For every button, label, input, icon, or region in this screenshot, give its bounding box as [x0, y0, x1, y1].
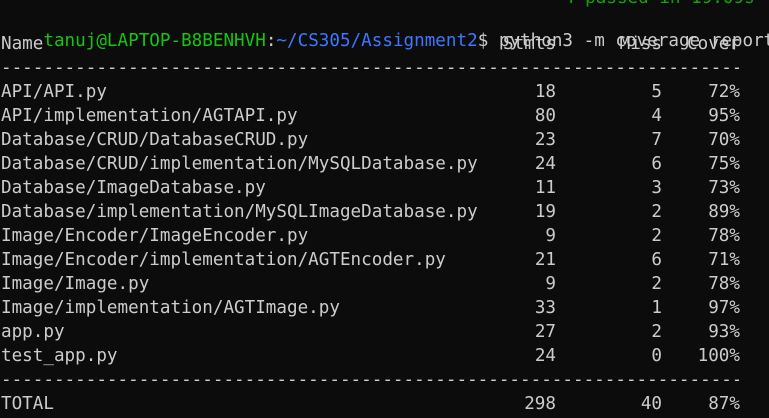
row-miss: 3	[651, 178, 662, 198]
row-name: Image/implementation/AGTImage.py	[1, 298, 340, 318]
row-cover: 89%	[708, 202, 740, 222]
row-name: test_app.py	[1, 346, 118, 366]
row-miss: 6	[651, 250, 662, 270]
row-stmts: 9	[545, 274, 556, 294]
row-name: Database/CRUD/implementation/MySQLDataba…	[1, 154, 478, 174]
header-stmts: Stmts	[503, 34, 556, 54]
row-stmts: 80	[534, 106, 556, 126]
row-cover: 73%	[708, 178, 740, 198]
row-cover: 78%	[708, 226, 740, 246]
table-row: test_app.py 24 0 100%	[0, 344, 769, 368]
row-cover: 78%	[708, 274, 740, 294]
total-cover: 87%	[708, 394, 740, 414]
row-cover: 100%	[697, 346, 740, 366]
table-row: API/API.py 18 5 72%	[0, 80, 769, 104]
row-name: Image/Encoder/implementation/AGTEncoder.…	[1, 250, 446, 270]
row-stmts: 24	[534, 154, 556, 174]
row-cover: 95%	[708, 106, 740, 126]
table-row: Image/implementation/AGTImage.py 33 1 97…	[0, 296, 769, 320]
table-row: Image/Encoder/ImageEncoder.py 9 2 78%	[0, 224, 769, 248]
header-cover: Cover	[687, 34, 740, 54]
row-cover: 70%	[708, 130, 740, 150]
row-miss: 2	[651, 274, 662, 294]
row-stmts: 11	[534, 178, 556, 198]
header-miss: Miss	[619, 34, 662, 54]
table-row: Database/CRUD/DatabaseCRUD.py 23 7 70%	[0, 128, 769, 152]
table-row: Image/Image.py 9 2 78%	[0, 272, 769, 296]
command-prompt-line: tanuj@LAPTOP-B8BENHVH:~/CS305/Assignment…	[1, 5, 769, 51]
report-header-row: Name Stmts Miss Cover	[0, 32, 769, 56]
row-stmts: 23	[534, 130, 556, 150]
row-cover: 93%	[708, 322, 740, 342]
terminal-window[interactable]: 4 passed in 19.09s tanuj@LAPTOP-B8BENHVH…	[0, 0, 769, 418]
total-row: TOTAL 298 40 87%	[0, 392, 769, 416]
row-miss: 1	[651, 298, 662, 318]
row-name: Image/Encoder/ImageEncoder.py	[1, 226, 309, 246]
row-name: Database/implementation/MySQLImageDataba…	[1, 202, 478, 222]
row-stmts: 24	[534, 346, 556, 366]
row-miss: 6	[651, 154, 662, 174]
row-miss: 4	[651, 106, 662, 126]
table-row: Database/ImageDatabase.py 11 3 73%	[0, 176, 769, 200]
row-miss: 5	[651, 82, 662, 102]
row-cover: 72%	[708, 82, 740, 102]
total-name: TOTAL	[1, 394, 54, 414]
header-name: Name	[1, 34, 44, 54]
row-name: API/API.py	[1, 82, 107, 102]
table-row: app.py 27 2 93%	[0, 320, 769, 344]
table-row: Database/implementation/MySQLImageDataba…	[0, 200, 769, 224]
row-miss: 2	[651, 202, 662, 222]
table-row: Database/CRUD/implementation/MySQLDataba…	[0, 152, 769, 176]
row-miss: 2	[651, 226, 662, 246]
header-separator: ----------------------------------------…	[1, 58, 739, 78]
row-name: Image/Image.py	[1, 274, 150, 294]
total-miss: 40	[640, 394, 662, 414]
row-stmts: 33	[534, 298, 556, 318]
row-stmts: 9	[545, 226, 556, 246]
row-name: API/implementation/AGTAPI.py	[1, 106, 298, 126]
row-stmts: 21	[534, 250, 556, 270]
row-stmts: 19	[534, 202, 556, 222]
row-miss: 7	[651, 130, 662, 150]
row-miss: 0	[651, 346, 662, 366]
row-name: Database/ImageDatabase.py	[1, 178, 266, 198]
row-cover: 71%	[708, 250, 740, 270]
row-name: app.py	[1, 322, 65, 342]
row-stmts: 18	[534, 82, 556, 102]
total-separator: ----------------------------------------…	[1, 370, 739, 390]
row-cover: 75%	[708, 154, 740, 174]
row-cover: 97%	[708, 298, 740, 318]
row-stmts: 27	[534, 322, 556, 342]
table-row: API/implementation/AGTAPI.py 80 4 95%	[0, 104, 769, 128]
row-miss: 2	[651, 322, 662, 342]
row-name: Database/CRUD/DatabaseCRUD.py	[1, 130, 309, 150]
table-row: Image/Encoder/implementation/AGTEncoder.…	[0, 248, 769, 272]
total-stmts: 298	[524, 394, 556, 414]
